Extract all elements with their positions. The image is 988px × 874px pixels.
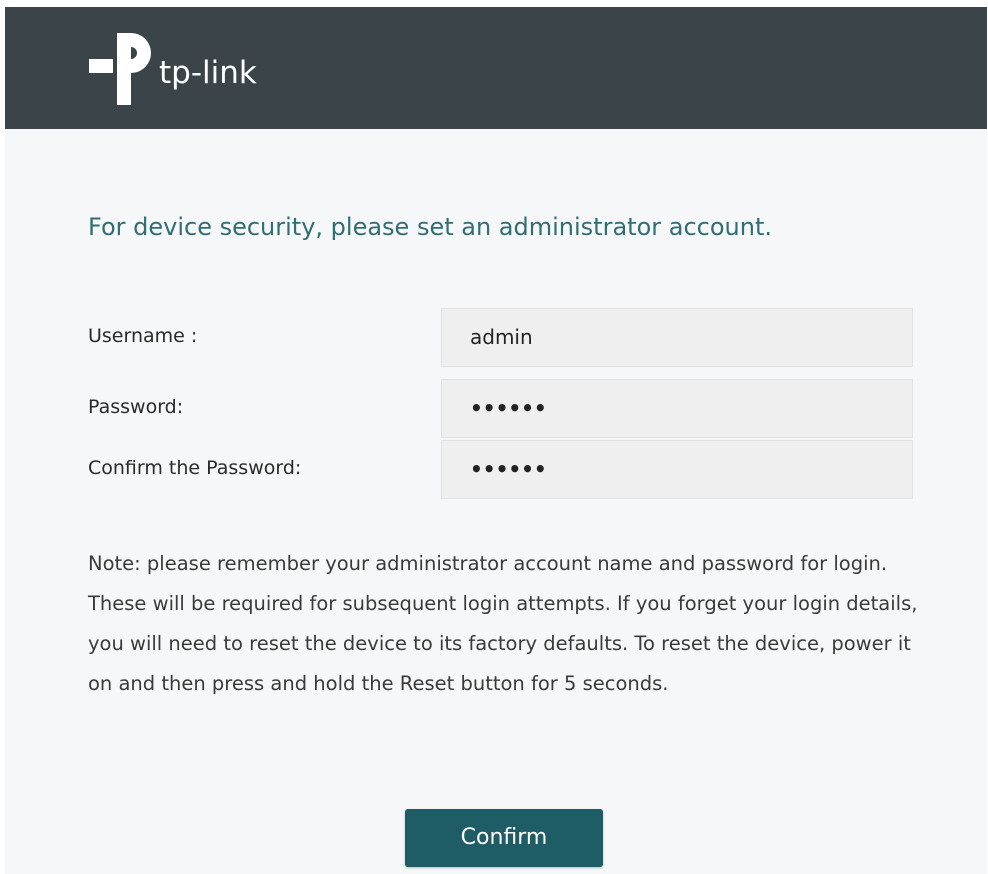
password-label: Password:: [88, 396, 184, 418]
confirm-password-row: Confirm the Password: ••••••: [88, 440, 918, 500]
account-note: Note: please remember your administrator…: [88, 552, 918, 695]
confirm-password-input[interactable]: ••••••: [441, 440, 913, 499]
top-header: tp-link: [5, 7, 987, 129]
confirm-button[interactable]: Confirm: [405, 809, 603, 867]
tp-link-logo-icon: [89, 33, 151, 105]
username-label: Username :: [88, 325, 198, 347]
password-row: Password: ••••••: [88, 379, 918, 439]
password-input[interactable]: ••••••: [441, 379, 913, 438]
setup-page: tp-link For device security, please set …: [5, 7, 987, 874]
brand-name: tp-link: [159, 55, 257, 91]
username-input[interactable]: admin: [441, 308, 913, 367]
username-row: Username : admin: [88, 308, 918, 368]
page-headline: For device security, please set an admin…: [88, 213, 772, 241]
confirm-password-label: Confirm the Password:: [88, 457, 302, 479]
